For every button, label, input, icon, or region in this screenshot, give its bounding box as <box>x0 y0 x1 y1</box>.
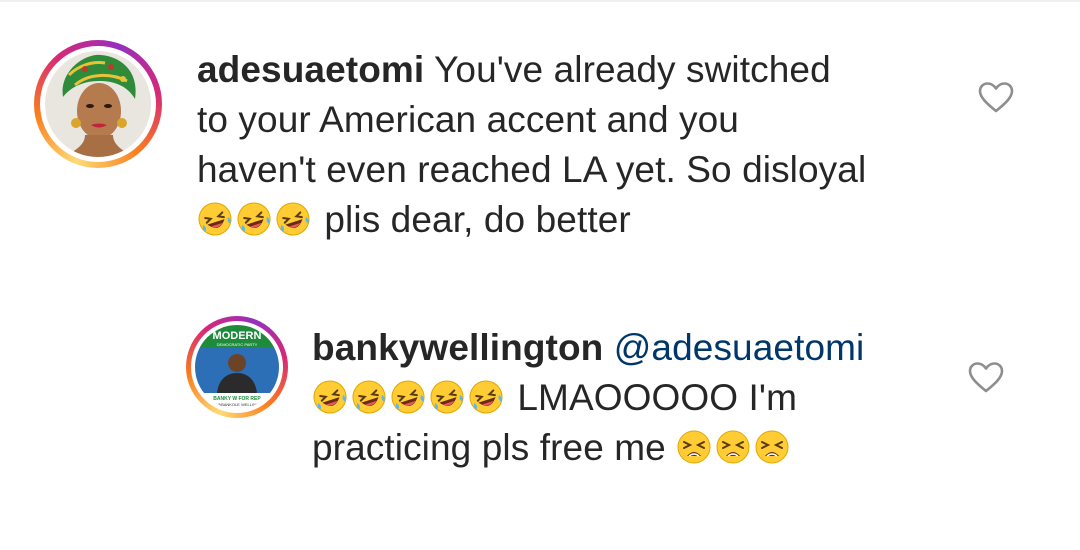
comments-screen: adesuaetomi You've already switched to y… <box>0 0 1080 550</box>
avatar-subheadline: DEMOCRATIC PARTY <box>217 342 258 347</box>
top-divider <box>0 0 1080 2</box>
comment-line: adesuaetomi You've already switched <box>197 49 831 90</box>
rolling-on-floor-laughing-emoji-icon <box>312 379 348 415</box>
like-heart-icon[interactable] <box>966 358 1006 398</box>
avatar-photo <box>45 51 151 157</box>
avatar[interactable] <box>45 51 151 157</box>
rolling-on-floor-laughing-emoji-icon <box>275 201 311 237</box>
rolling-on-floor-laughing-emoji-icon <box>351 379 387 415</box>
comment-line: practicing pls free me <box>312 423 952 473</box>
avatar-headline: MODERN <box>213 330 262 342</box>
emoji-group <box>676 427 793 468</box>
tired-face-emoji-icon <box>754 429 790 465</box>
rolling-on-floor-laughing-emoji-icon <box>197 201 233 237</box>
tired-face-emoji-icon <box>676 429 712 465</box>
comment-line: LMAOOOOO I'm <box>312 373 952 423</box>
comment-line: bankywellington @adesuaetomi <box>312 323 952 373</box>
comment-line: haven't even reached LA yet. So disloyal <box>197 149 867 190</box>
comment-line: to your American accent and you <box>197 99 739 140</box>
emoji-group <box>312 377 507 418</box>
rolling-on-floor-laughing-emoji-icon <box>236 201 272 237</box>
comment-line: plis dear, do better <box>197 195 957 245</box>
rolling-on-floor-laughing-emoji-icon <box>390 379 426 415</box>
tired-face-emoji-icon <box>715 429 751 465</box>
username[interactable]: adesuaetomi <box>197 49 424 90</box>
comment-text: bankywellington @adesuaetomi LMAOOOOO I'… <box>312 323 952 473</box>
comment-text: adesuaetomi You've already switched to y… <box>197 45 957 245</box>
emoji-group <box>197 199 314 240</box>
avatar[interactable]: MODERN DEMOCRATIC PARTY BANKY W FOR REP … <box>195 325 279 409</box>
rolling-on-floor-laughing-emoji-icon <box>429 379 465 415</box>
username[interactable]: bankywellington <box>312 327 603 368</box>
avatar-photo: MODERN DEMOCRATIC PARTY BANKY W FOR REP … <box>195 325 279 409</box>
like-heart-icon[interactable] <box>976 78 1016 118</box>
mention-link[interactable]: @adesuaetomi <box>614 327 865 368</box>
rolling-on-floor-laughing-emoji-icon <box>468 379 504 415</box>
